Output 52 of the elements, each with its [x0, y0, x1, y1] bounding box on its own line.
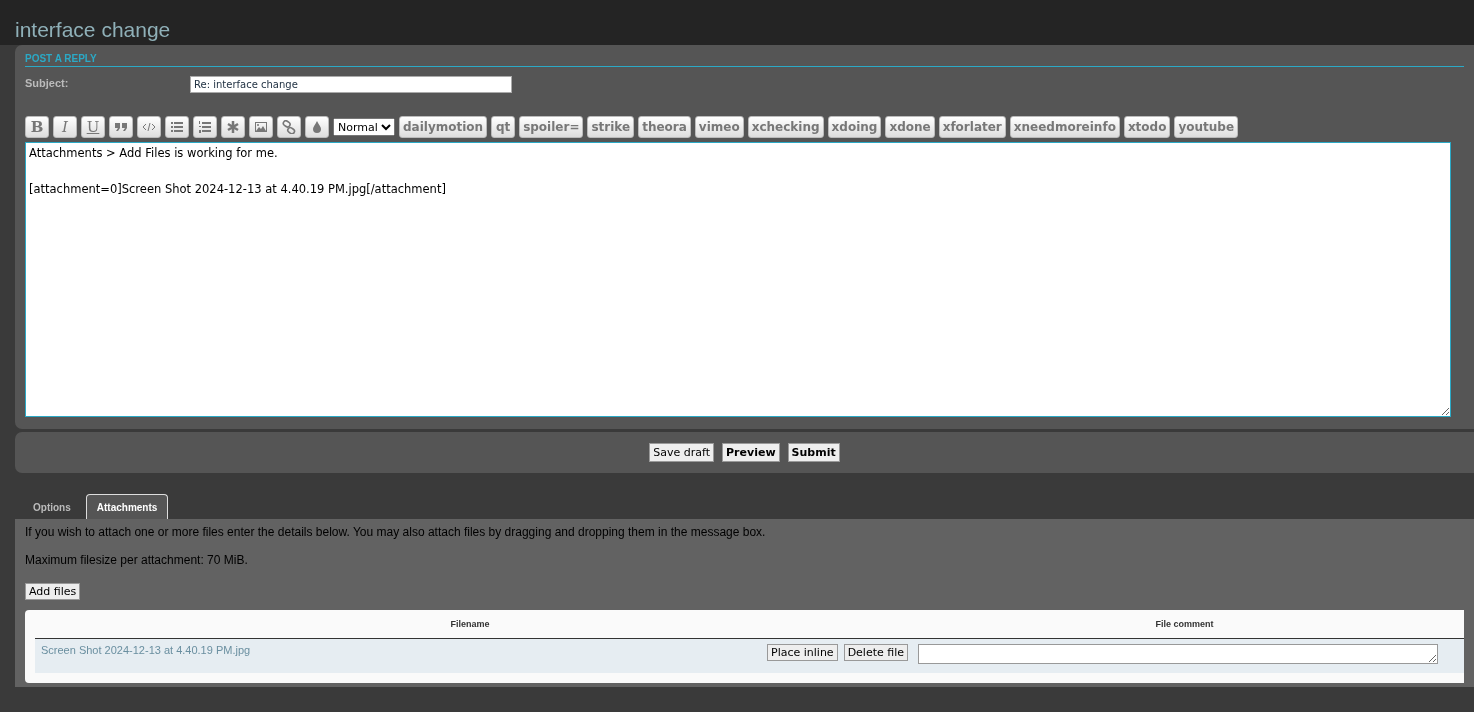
tab[interactable]: Attachments: [85, 494, 169, 519]
bbcode-button[interactable]: youtube: [1174, 116, 1239, 138]
row-button[interactable]: Place inline: [767, 644, 838, 661]
bbcode-button[interactable]: theora: [638, 116, 691, 138]
code-icon: [142, 120, 156, 134]
subject-label: Subject:: [25, 76, 70, 89]
bbcode-button[interactable]: vimeo: [694, 116, 744, 138]
row-button[interactable]: Delete file: [843, 644, 909, 661]
bbcode-button[interactable]: dailymotion: [399, 116, 488, 138]
attach-info-text: If you wish to attach one or more files enter the details below. You may also attach files by dragging and dropping them in the message box.: [25, 525, 767, 539]
drop-icon: [310, 120, 324, 134]
bbcode-button[interactable]: xdone: [885, 116, 935, 138]
bbcode-button[interactable]: xneedmoreinfo: [1009, 116, 1120, 138]
font-size-select[interactable]: Normal: [333, 118, 395, 136]
drop-button[interactable]: [305, 116, 329, 138]
page-title: interface change: [15, 18, 171, 42]
quote-button[interactable]: [109, 116, 133, 138]
subject-field[interactable]: Re: interface change: [190, 76, 512, 93]
bbcode-button[interactable]: strike: [587, 116, 635, 138]
asterisk-icon: [226, 120, 240, 134]
image-button[interactable]: [249, 116, 273, 138]
section-title: POST A REPLY: [25, 53, 1464, 67]
tab[interactable]: Options: [22, 494, 82, 519]
action-button[interactable]: Preview: [722, 443, 780, 462]
quote-icon: [114, 120, 128, 134]
action-button[interactable]: Submit: [787, 443, 840, 462]
bbcode-button[interactable]: xchecking: [747, 116, 824, 138]
bbcode-button[interactable]: spoiler=: [519, 116, 584, 138]
max-size-text: Maximum filesize per attachment: 70 MiB.: [25, 553, 249, 567]
numbered-list-icon: [198, 120, 212, 134]
comment-field[interactable]: [918, 644, 1439, 664]
list-icon: [170, 120, 184, 134]
format-button[interactable]: B: [25, 116, 49, 138]
format-button[interactable]: U: [81, 116, 105, 138]
numbered-list-button[interactable]: [193, 116, 217, 138]
message-field[interactable]: Attachments > Add Files is working for me. [attachment=0]Screen Shot 2024-12-13 at 4.40.19 PM.jpg[/attachment]: [25, 142, 1451, 417]
action-button[interactable]: Save draft: [649, 443, 715, 462]
bbcode-button[interactable]: xforlater: [938, 116, 1006, 138]
link-button[interactable]: [277, 116, 301, 138]
bbcode-button[interactable]: qt: [491, 116, 516, 138]
code-button[interactable]: [137, 116, 161, 138]
image-icon: [254, 120, 268, 134]
column-header: Filename: [449, 619, 491, 629]
bbcode-button[interactable]: xtodo: [1123, 116, 1171, 138]
bbcode-button[interactable]: xdoing: [827, 116, 882, 138]
format-button[interactable]: I: [53, 116, 77, 138]
asterisk-button[interactable]: [221, 116, 245, 138]
column-header: File comment: [1154, 619, 1215, 629]
link-icon: [282, 120, 296, 134]
filename-link[interactable]: Screen Shot 2024-12-13 at 4.40.19 PM.jpg: [41, 644, 761, 656]
list-button[interactable]: [165, 116, 189, 138]
add-files-button[interactable]: Add files: [25, 583, 81, 600]
